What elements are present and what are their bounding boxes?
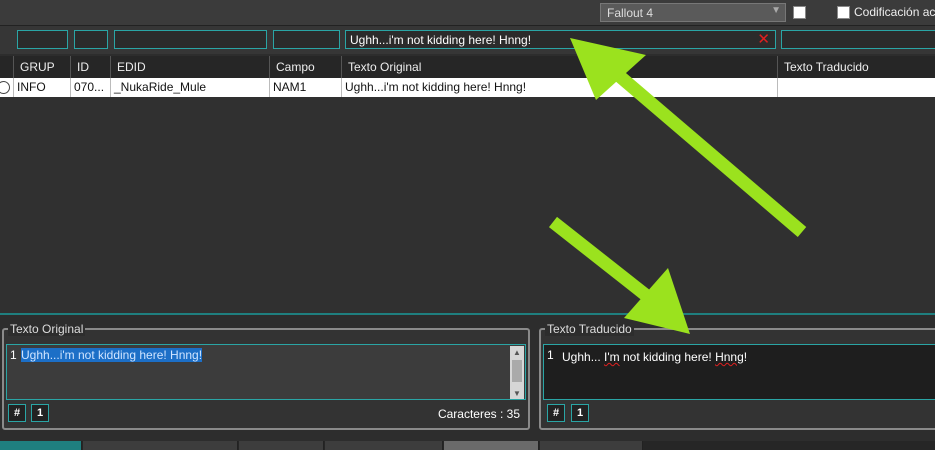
- line-number: 1: [547, 348, 554, 362]
- scroll-up-icon[interactable]: ▲: [513, 348, 521, 357]
- encoding-checkbox[interactable]: [837, 6, 850, 19]
- cell-campo: NAM1: [270, 78, 342, 97]
- splitter[interactable]: [0, 313, 935, 315]
- original-panel-title: Texto Original: [8, 322, 86, 336]
- header-edid[interactable]: EDID: [111, 56, 270, 78]
- editor-scrollbar[interactable]: ▲ ▼: [510, 346, 524, 399]
- top-toolbar: Fallout 4 ▼ Codificación ac: [0, 0, 935, 26]
- filter-grup-input[interactable]: [17, 30, 68, 49]
- original-text-editor[interactable]: 1 Ughh...i'm not kidding here! Hnng! ▲ ▼: [6, 344, 526, 400]
- filter-translated-input[interactable]: [781, 30, 935, 49]
- cell-id: 070...: [71, 78, 111, 97]
- row-indicator-icon: [0, 81, 10, 94]
- cell-texto-original: Ughh...i'm not kidding here! Hnng!: [342, 78, 778, 97]
- grid-header: GRUP ID EDID Campo Texto Original Texto …: [0, 56, 935, 78]
- line-number: 1: [10, 348, 17, 362]
- chevron-down-icon: ▼: [771, 5, 781, 16]
- tab-4[interactable]: [325, 441, 443, 450]
- translated-panel-title: Texto Traducido: [545, 322, 634, 336]
- translated-text-panel: Texto Traducido 1 Ughh... I'm not kiddin…: [539, 322, 935, 430]
- pin-button[interactable]: 1: [31, 404, 49, 422]
- header-texto-traducido[interactable]: Texto Traducido: [778, 56, 935, 78]
- tab-6[interactable]: [540, 441, 643, 450]
- game-select-value: Fallout 4: [607, 6, 654, 20]
- hash-button[interactable]: #: [547, 404, 565, 422]
- original-text-content: Ughh...i'm not kidding here! Hnng!: [21, 348, 203, 362]
- hash-button[interactable]: #: [8, 404, 26, 422]
- header-texto-original[interactable]: Texto Original: [342, 56, 778, 78]
- filter-edid-input[interactable]: [114, 30, 267, 49]
- spellcheck-word: Hnng: [715, 350, 744, 364]
- game-select[interactable]: Fallout 4 ▼: [600, 3, 786, 22]
- header-rowselector: [0, 56, 14, 78]
- filter-campo-input[interactable]: [273, 30, 340, 49]
- table-row[interactable]: INFO 070... _NukaRide_Mule NAM1 Ughh...i…: [0, 78, 935, 97]
- filter-original-value: Ughh...i'm not kidding here! Hnng!: [350, 33, 532, 47]
- records-grid: GRUP ID EDID Campo Texto Original Texto …: [0, 56, 935, 314]
- bottom-tabs: [0, 441, 935, 450]
- cell-grup: INFO: [14, 78, 71, 97]
- header-campo[interactable]: Campo: [270, 56, 342, 78]
- encoding-label: Codificación ac: [854, 5, 935, 19]
- clear-icon[interactable]: ✕: [757, 31, 770, 48]
- header-id[interactable]: ID: [71, 56, 111, 78]
- translated-text-editor[interactable]: 1 Ughh... I'm not kidding here! Hnng!: [543, 344, 935, 400]
- cell-texto-traducido: [778, 78, 935, 97]
- tab-5[interactable]: [444, 441, 539, 450]
- original-text-panel: Texto Original 1 Ughh...i'm not kidding …: [2, 322, 530, 430]
- character-count: Caracteres : 35: [437, 407, 520, 421]
- filter-original-input[interactable]: Ughh...i'm not kidding here! Hnng! ✕: [345, 30, 776, 49]
- tab-2[interactable]: [83, 441, 238, 450]
- tab-3[interactable]: [239, 441, 324, 450]
- translated-text-content: Ughh... I'm not kidding here! Hnng!: [562, 350, 748, 364]
- pin-button[interactable]: 1: [571, 404, 589, 422]
- row-selector[interactable]: [0, 78, 14, 97]
- option-checkbox[interactable]: [793, 6, 806, 19]
- filter-id-input[interactable]: [74, 30, 108, 49]
- scroll-thumb[interactable]: [512, 360, 522, 382]
- cell-edid: _NukaRide_Mule: [111, 78, 270, 97]
- scroll-down-icon[interactable]: ▼: [513, 389, 521, 398]
- filter-bar: Ughh...i'm not kidding here! Hnng! ✕: [0, 26, 935, 54]
- tab-1[interactable]: [0, 441, 82, 450]
- header-grup[interactable]: GRUP: [14, 56, 71, 78]
- spellcheck-word: I'm: [604, 350, 620, 364]
